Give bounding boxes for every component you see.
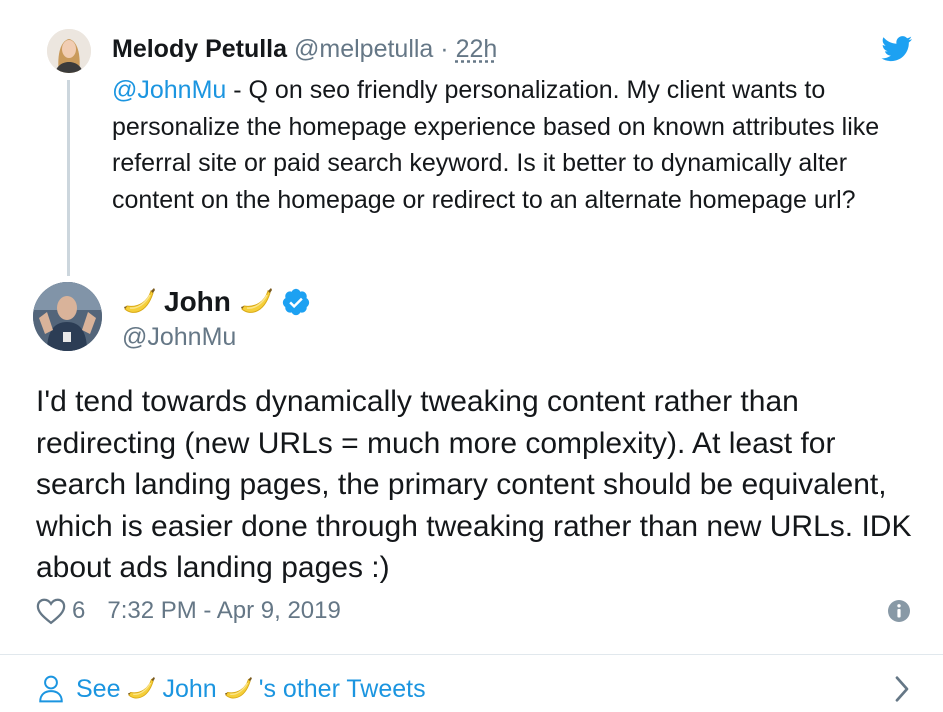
author-name[interactable]: John [164, 286, 231, 318]
banana-emoji-icon [126, 676, 156, 702]
divider [0, 654, 943, 655]
author-handle[interactable]: @JohnMu [122, 322, 236, 352]
like-count[interactable]: 6 [72, 597, 85, 625]
main-tweet-text: I'd tend towards dynamically tweaking co… [36, 385, 912, 584]
info-icon[interactable] [887, 599, 911, 623]
footer-suffix: 's other Tweets [258, 674, 426, 703]
main-tweet-author-row[interactable]: John [122, 284, 311, 320]
see-label: See [76, 674, 121, 703]
parent-tweet-text: @JohnMu - Q on seo friendly personalizat… [112, 72, 912, 218]
see-other-tweets-link[interactable]: See John 's other Tweets [38, 672, 913, 706]
tweet-time-link[interactable]: 22h [456, 35, 498, 63]
heart-icon[interactable] [36, 597, 66, 625]
parent-tweet[interactable]: Melody Petulla @melpetulla · 22h @JohnMu… [0, 0, 943, 276]
author-handle[interactable]: @melpetulla [294, 35, 433, 63]
parent-tweet-header: Melody Petulla @melpetulla · 22h [112, 34, 497, 64]
banana-emoji-icon [239, 287, 273, 317]
parent-tweet-body: - Q on seo friendly personalization. My … [112, 76, 880, 214]
mention-link[interactable]: @JohnMu [112, 76, 226, 104]
author-name[interactable]: Melody Petulla [112, 35, 287, 63]
chevron-right-icon[interactable] [891, 674, 913, 704]
tweet-embed-card: Melody Petulla @melpetulla · 22h @JohnMu… [0, 0, 943, 712]
banana-emoji-icon [223, 676, 253, 702]
separator-dot: · [440, 35, 449, 63]
tweet-timestamp[interactable]: 7:32 PM - Apr 9, 2019 [107, 597, 340, 625]
avatar[interactable] [33, 282, 102, 351]
tweet-meta-row: 6 7:32 PM - Apr 9, 2019 [36, 595, 911, 627]
banana-emoji-icon [122, 287, 156, 317]
avatar[interactable] [47, 29, 91, 73]
thread-connector-line [67, 80, 70, 276]
verified-badge-icon [282, 288, 310, 316]
footer-author-name: John [162, 674, 217, 703]
twitter-bird-icon[interactable] [881, 36, 913, 62]
person-icon [39, 675, 63, 703]
